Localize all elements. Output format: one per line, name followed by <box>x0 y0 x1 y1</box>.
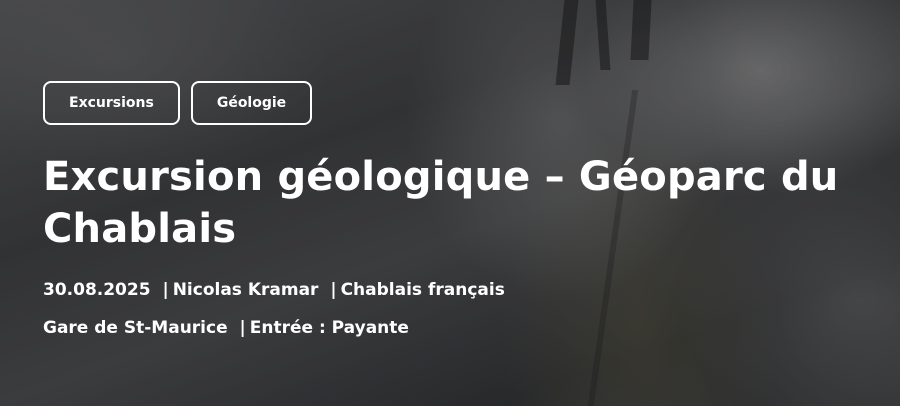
tag-excursions[interactable]: Excursions <box>43 81 180 125</box>
meta-separator: | <box>239 318 246 338</box>
tag-list: Excursions Géologie <box>43 81 880 125</box>
meta-separator: | <box>162 280 169 300</box>
hero-content: Excursions Géologie Excursion géologique… <box>43 81 880 347</box>
event-author: Nicolas Kramar <box>172 280 319 300</box>
event-region: Chablais français <box>340 280 505 300</box>
event-entry: Entrée : Payante <box>249 318 409 338</box>
hero-banner: Excursions Géologie Excursion géologique… <box>0 0 900 406</box>
event-meta-line-2: Gare de St-Maurice | Entrée : Payante <box>43 309 880 347</box>
event-meta: 30.08.2025 | Nicolas Kramar | Chablais fra… <box>43 271 880 347</box>
page-title: Excursion géologique – Géoparc du Chabla… <box>43 154 839 252</box>
tag-geologie[interactable]: Géologie <box>190 81 313 125</box>
event-location: Gare de St-Maurice <box>43 318 228 338</box>
event-meta-line-1: 30.08.2025 | Nicolas Kramar | Chablais fra… <box>43 271 880 309</box>
meta-separator: | <box>330 280 337 300</box>
event-date: 30.08.2025 <box>43 280 151 300</box>
